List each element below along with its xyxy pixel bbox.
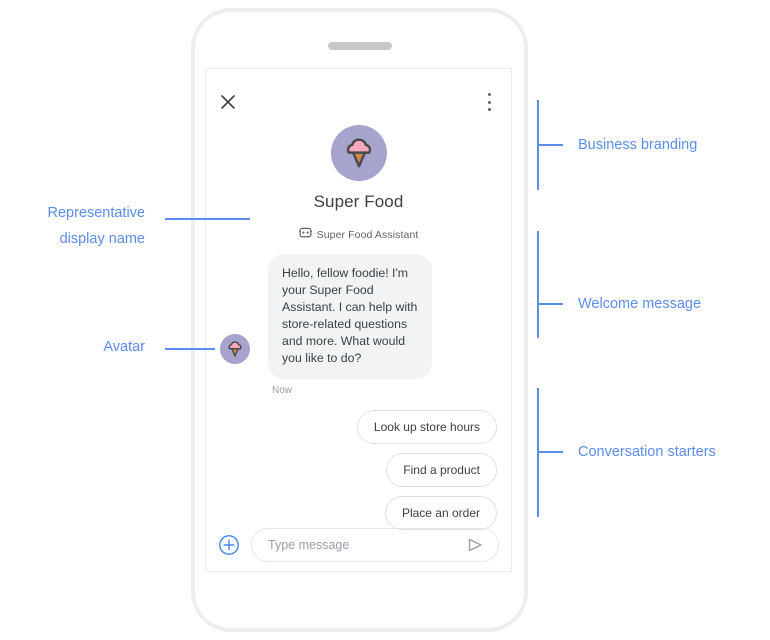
business-branding: Super Food bbox=[206, 125, 511, 212]
overflow-menu-icon[interactable] bbox=[480, 92, 498, 112]
annotation-label-conversation-starters: Conversation starters bbox=[578, 444, 716, 460]
message-area: Hello, fellow foodie! I'm your Super Foo… bbox=[206, 254, 511, 396]
annotation-label-welcome-message: Welcome message bbox=[578, 296, 702, 312]
send-arrow-icon[interactable] bbox=[464, 534, 486, 556]
bot-face-icon bbox=[298, 226, 312, 244]
starter-chip-store-hours[interactable]: Look up store hours bbox=[356, 410, 497, 444]
annotation-label-representative-display-name-line1: Representative bbox=[47, 205, 145, 221]
conversation-starters: Look up store hours Find a product Place… bbox=[206, 410, 511, 530]
annotation-label-avatar: Avatar bbox=[103, 339, 145, 355]
annotation-leader-conversation-starters bbox=[537, 451, 563, 453]
welcome-message-bubble: Hello, fellow foodie! I'm your Super Foo… bbox=[268, 254, 432, 379]
chat-topbar bbox=[206, 69, 511, 111]
menu-dot bbox=[487, 108, 491, 111]
annotation-leader-business-branding bbox=[537, 144, 563, 146]
plus-circle-icon[interactable] bbox=[218, 534, 240, 556]
annotation-leader-welcome-message bbox=[537, 303, 563, 305]
menu-dot bbox=[487, 100, 491, 104]
business-name: Super Food bbox=[313, 192, 404, 211]
menu-dot bbox=[487, 93, 491, 96]
representative-display-name: Super Food Assistant bbox=[316, 229, 419, 241]
message-input-bar bbox=[206, 519, 511, 571]
annotation-leader-representative-display-name bbox=[165, 218, 250, 220]
annotation-bracket-welcome-message bbox=[537, 231, 539, 338]
business-logo bbox=[330, 125, 387, 181]
representative-row: Super Food Assistant bbox=[206, 226, 511, 244]
message-timestamp: Now bbox=[272, 385, 293, 396]
message-input-wrapper[interactable] bbox=[251, 528, 499, 562]
message-input[interactable] bbox=[266, 537, 464, 553]
chat-panel: Super Food Super Food Assistant Hello, f… bbox=[205, 68, 512, 572]
annotation-label-representative-display-name-line2: display name bbox=[59, 231, 145, 247]
avatar bbox=[220, 334, 250, 364]
annotation-leader-avatar bbox=[165, 348, 215, 350]
close-icon[interactable] bbox=[217, 91, 239, 113]
welcome-message-text: Hello, fellow foodie! I'm your Super Foo… bbox=[282, 266, 418, 365]
speaker-grille-icon bbox=[327, 42, 392, 50]
annotation-label-business-branding: Business branding bbox=[578, 137, 698, 153]
starter-chip-find-product[interactable]: Find a product bbox=[386, 453, 497, 487]
